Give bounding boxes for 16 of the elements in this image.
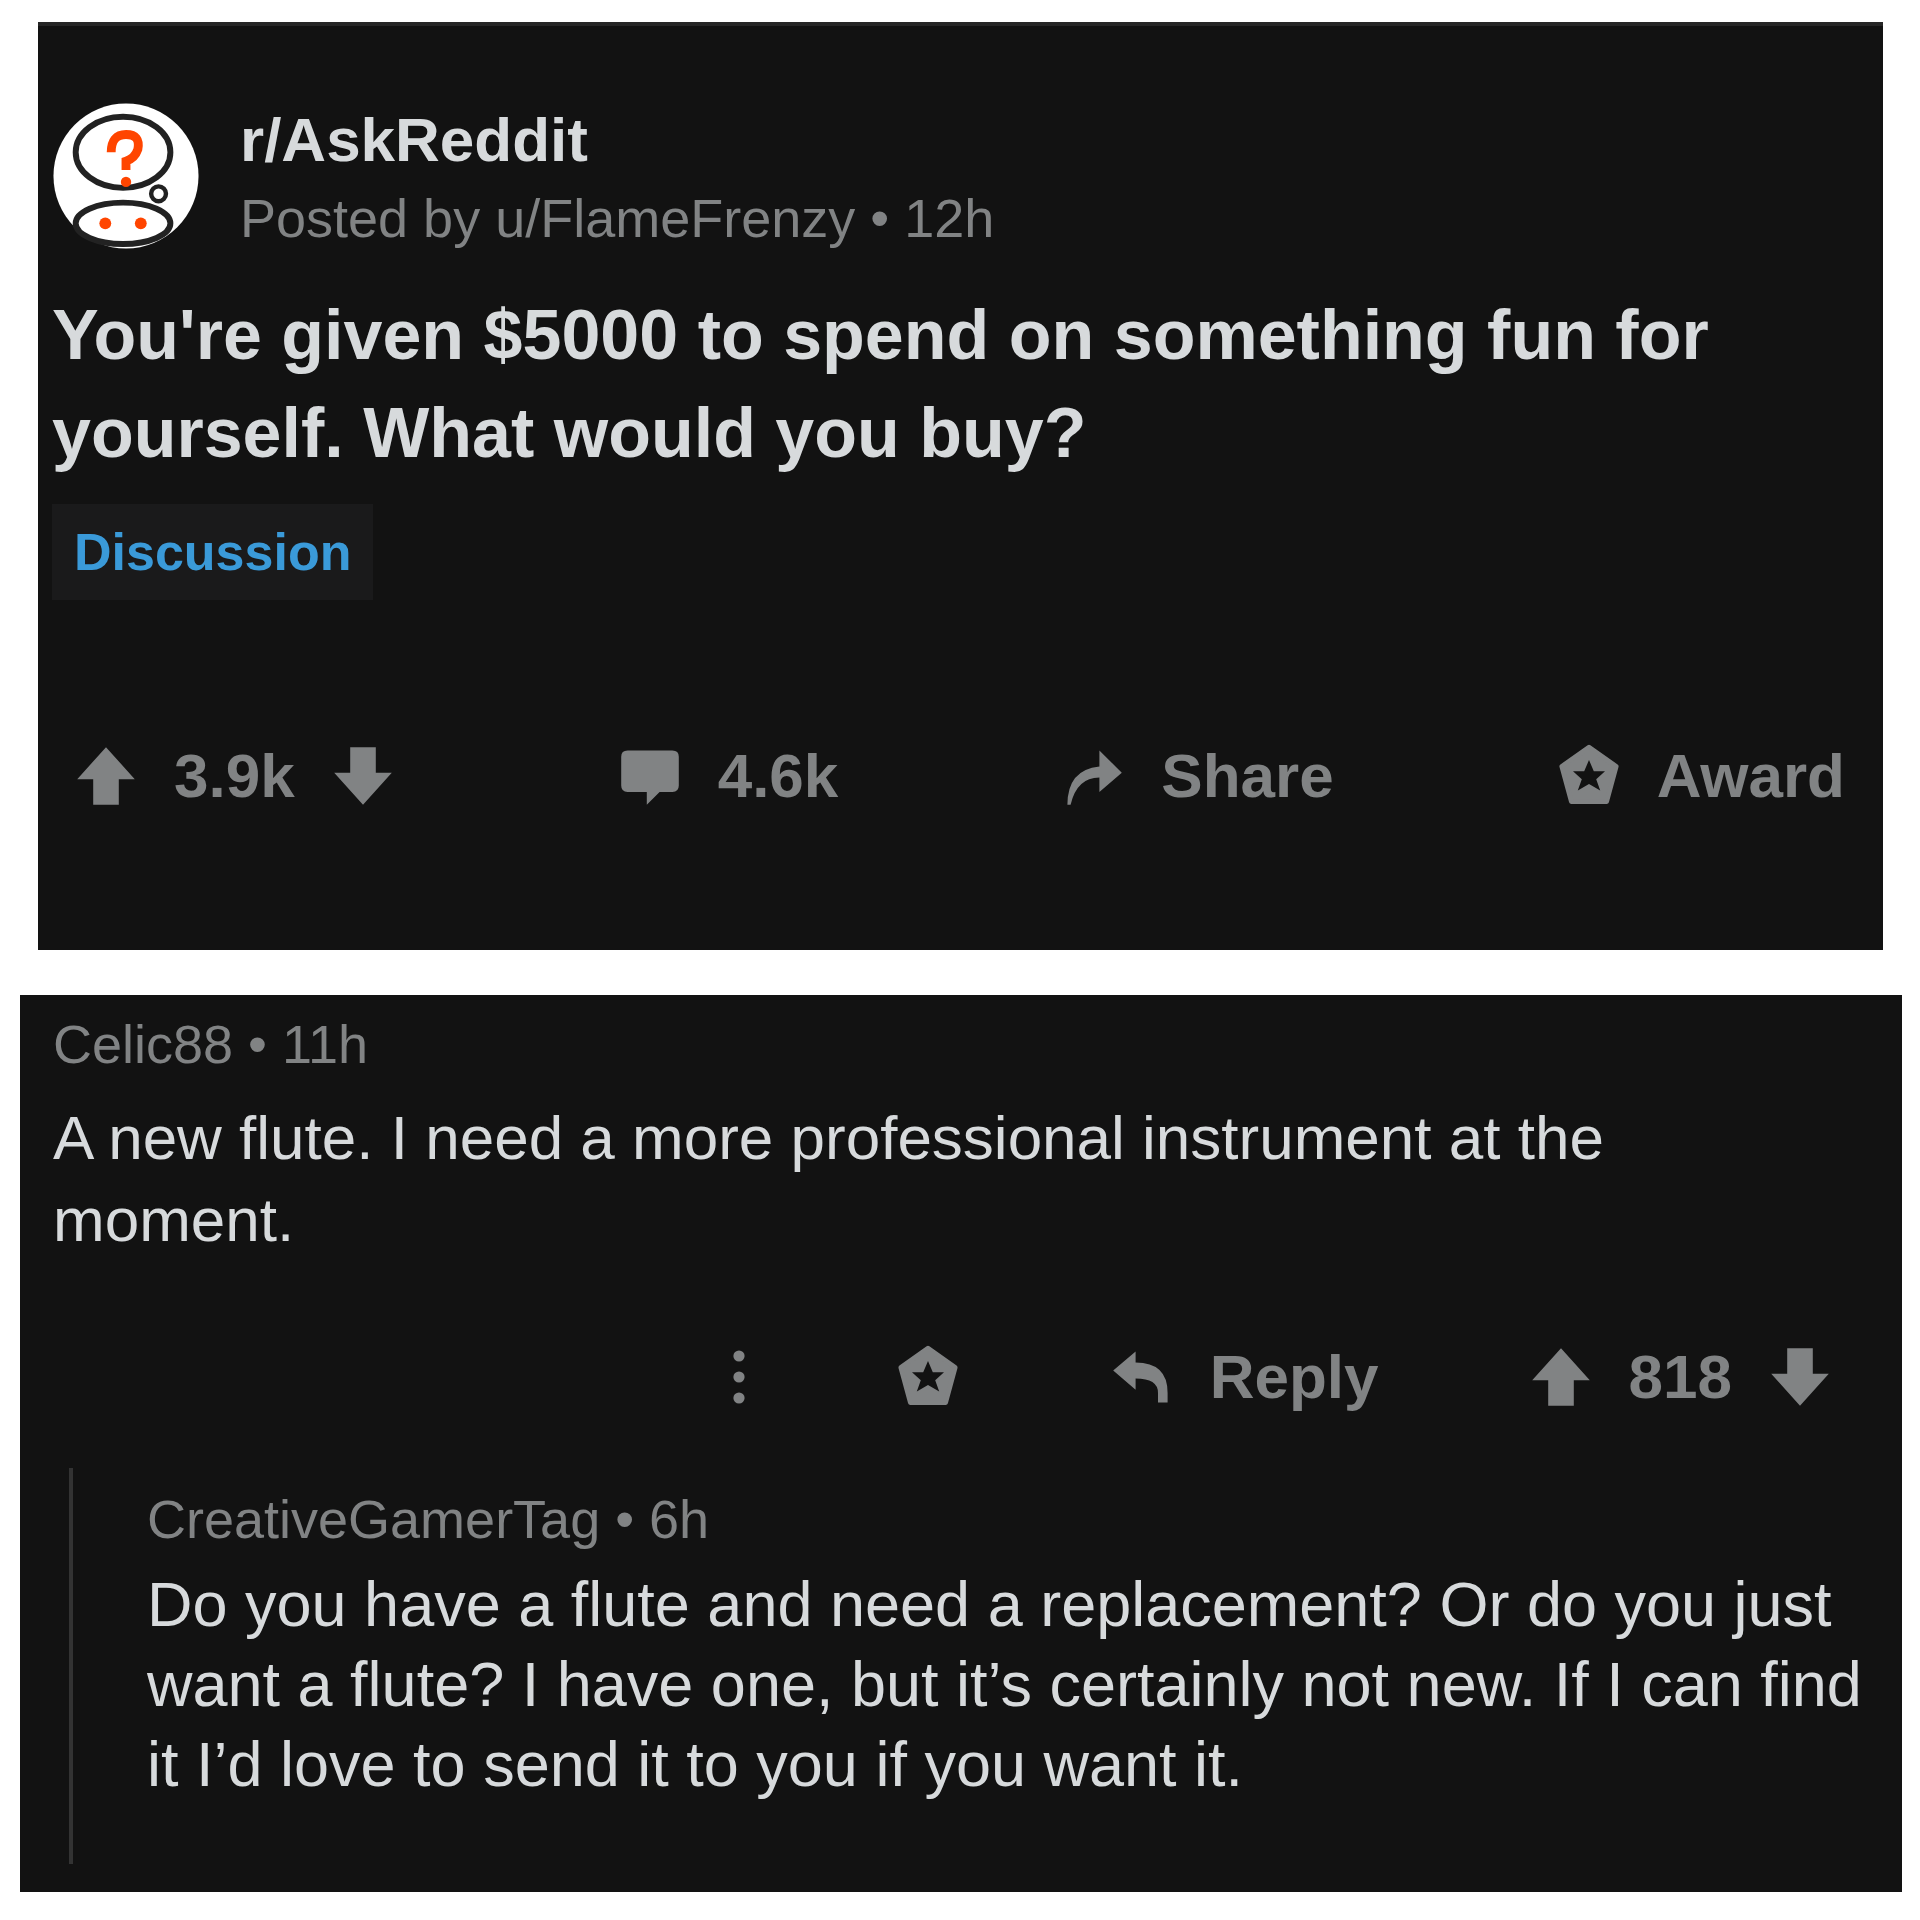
subreddit-name[interactable]: r/AskReddit [240, 103, 995, 175]
more-options-icon[interactable] [731, 1348, 746, 1405]
subreddit-avatar-icon [52, 102, 200, 250]
vote-score: 3.9k [174, 740, 295, 811]
comment-meta: CreativeGamerTag • 6h [147, 1488, 711, 1550]
comment-count[interactable]: 4.6k [717, 740, 839, 811]
comment-body: Do you have a flute and need a replacement? Or do you just want a flute? I have one, but it’s certainly not new. If I can find it I’d love to send it to you if you want it. [147, 1568, 1862, 1801]
flair-tag[interactable]: Discussion [52, 504, 374, 600]
comment-body: A new flute. I need a more professional instrument at the moment. [53, 1102, 1605, 1256]
award-button[interactable]: Award [1656, 740, 1845, 811]
vote-score: 818 [1628, 1341, 1732, 1412]
post-meta: Posted by u/FlameFrenzy • 12h [240, 186, 995, 249]
comment-meta: Celic88 • 11h [53, 1013, 370, 1075]
reply-button[interactable]: Reply [1209, 1341, 1379, 1412]
share-button[interactable]: Share [1161, 740, 1334, 811]
post-title: You're given $5000 to spend on something fun for yourself. What would you buy? [52, 295, 1710, 474]
